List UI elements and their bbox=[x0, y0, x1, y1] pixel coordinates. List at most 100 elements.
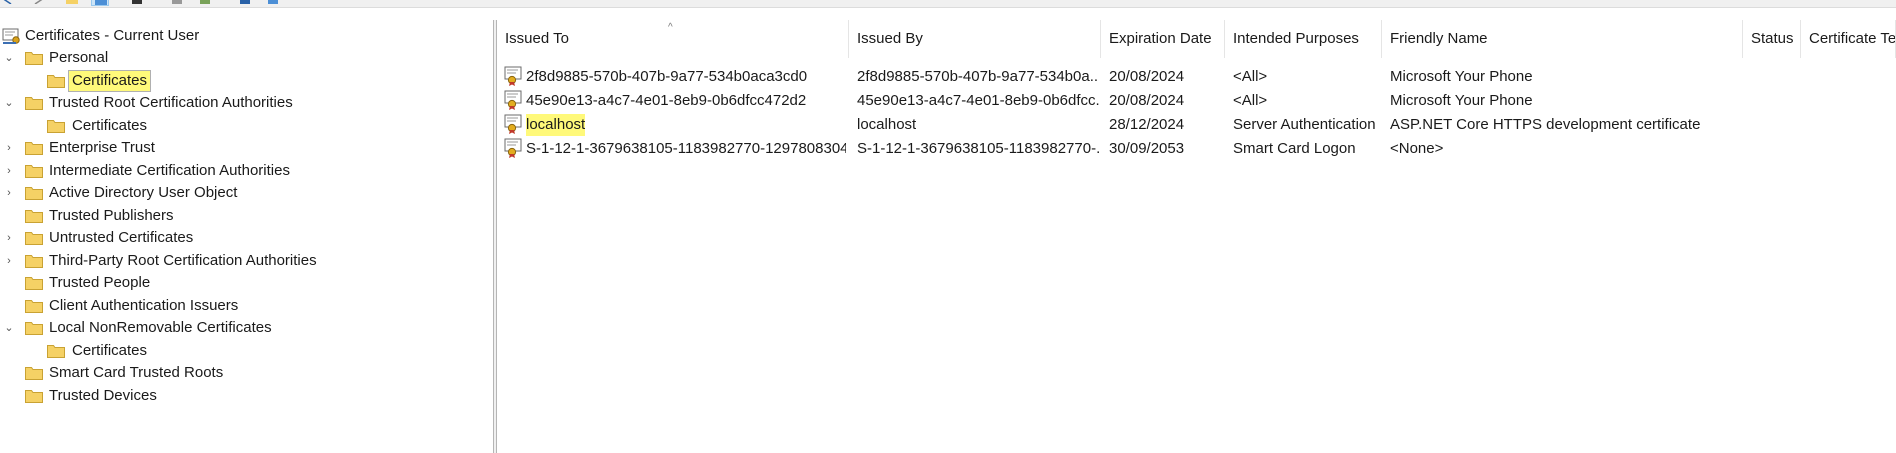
console-tree: Certificates - Current User ⌄ Personal Cer… bbox=[0, 20, 493, 453]
tree-item[interactable]: Trusted People bbox=[0, 272, 490, 294]
tree-item-label: Intermediate Certification Authorities bbox=[49, 161, 290, 179]
tree-item[interactable]: ⌄ Personal bbox=[0, 47, 490, 69]
folder-icon bbox=[25, 163, 43, 178]
tree-item-label: Third-Party Root Certification Authoriti… bbox=[49, 251, 317, 269]
cell-purposes: Smart Card Logon bbox=[1233, 140, 1356, 157]
tree-item-label: Client Authentication Issuers bbox=[49, 296, 239, 314]
column-header[interactable]: Intended Purposes bbox=[1225, 20, 1382, 58]
chevron-right-icon[interactable]: › bbox=[3, 165, 15, 177]
details-view-icon[interactable] bbox=[91, 0, 109, 6]
tree-item[interactable]: Certificates bbox=[0, 69, 490, 92]
folder-icon bbox=[25, 185, 43, 200]
tree-item-label: Untrusted Certificates bbox=[49, 229, 194, 246]
back-icon[interactable] bbox=[0, 0, 18, 6]
tree-item[interactable]: › Enterprise Trust bbox=[0, 137, 490, 159]
chevron-right-icon[interactable]: › bbox=[3, 142, 15, 154]
tree-item[interactable]: › Active Directory User Object bbox=[0, 182, 490, 204]
cell-issued-by: 45e90e13-a4c7-4e01-8eb9-0b6dfcc... bbox=[857, 92, 1099, 109]
folder-icon bbox=[25, 208, 43, 223]
tree-item[interactable]: Smart Card Trusted Roots bbox=[0, 362, 490, 384]
certificate-icon bbox=[504, 90, 524, 110]
chevron-right-icon[interactable]: › bbox=[3, 232, 15, 244]
chevron-right-icon[interactable]: › bbox=[3, 187, 15, 199]
cell-friendly: ASP.NET Core HTTPS development certifica… bbox=[1390, 116, 1701, 133]
folder-icon bbox=[25, 95, 43, 110]
tree-item-label: Certificates bbox=[72, 116, 148, 134]
folder-icon bbox=[25, 50, 43, 65]
tree-item-label: Certificates bbox=[67, 69, 152, 92]
column-header[interactable]: Issued To bbox=[497, 20, 849, 58]
cell-expiration: 30/09/2053 bbox=[1109, 140, 1185, 157]
certificate-icon bbox=[504, 66, 524, 86]
tree-item[interactable]: ⌄ Local NonRemovable Certificates bbox=[0, 317, 490, 339]
tree-root-label: Certificates - Current User bbox=[25, 27, 200, 44]
folder-icon bbox=[47, 118, 65, 133]
folder-icon bbox=[25, 365, 43, 380]
table-row[interactable]: 2f8d9885-570b-407b-9a77-534b0aca3cd0 2f8d… bbox=[497, 65, 1896, 89]
tree-root[interactable]: Certificates - Current User bbox=[0, 25, 490, 47]
tree-item[interactable]: Trusted Publishers bbox=[0, 205, 490, 227]
tree-item-label: Trusted People bbox=[49, 274, 151, 291]
tree-item[interactable]: Client Authentication Issuers bbox=[0, 295, 490, 317]
table-row[interactable]: 45e90e13-a4c7-4e01-8eb9-0b6dfcc472d2 45e9… bbox=[497, 89, 1896, 113]
tree-item[interactable]: Trusted Devices bbox=[0, 385, 490, 407]
chevron-down-icon[interactable]: ⌄ bbox=[3, 322, 15, 334]
tree-item-label: Local NonRemovable Certificates bbox=[49, 319, 272, 336]
cell-issued-by: S-1-12-1-3679638105-1183982770-... bbox=[857, 140, 1099, 157]
certificate-store-icon bbox=[2, 28, 20, 44]
tree-item[interactable]: Certificates bbox=[0, 340, 490, 362]
certificate-list: Issued To Issued By Expiration Date Intende… bbox=[497, 20, 1896, 453]
tree-item[interactable]: › Intermediate Certification Authorities bbox=[0, 160, 490, 182]
cell-friendly: Microsoft Your Phone bbox=[1390, 92, 1533, 109]
cell-purposes: <All> bbox=[1233, 92, 1268, 109]
column-header[interactable]: Expiration Date bbox=[1101, 20, 1225, 58]
tree-item-label: Smart Card Trusted Roots bbox=[49, 364, 224, 381]
certificate-icon bbox=[504, 114, 524, 134]
tree-item-label: Enterprise Trust bbox=[49, 139, 155, 156]
cell-issued-to: 2f8d9885-570b-407b-9a77-534b0aca3cd0 bbox=[526, 68, 808, 85]
cell-expiration: 20/08/2024 bbox=[1109, 92, 1185, 109]
folder-icon bbox=[25, 320, 43, 335]
tree-item-label: Trusted Devices bbox=[49, 386, 157, 404]
certificate-icon bbox=[504, 138, 524, 158]
cell-issued-to: 45e90e13-a4c7-4e01-8eb9-0b6dfcc472d2 bbox=[526, 92, 807, 109]
cell-friendly: <None> bbox=[1390, 140, 1444, 157]
folder-icon bbox=[25, 230, 43, 245]
folder-icon bbox=[25, 275, 43, 290]
sort-indicator: ^ bbox=[668, 22, 673, 33]
tree-item-label: Active Directory User Object bbox=[49, 184, 238, 201]
toolbar bbox=[0, 0, 1896, 8]
chevron-down-icon[interactable]: ⌄ bbox=[3, 97, 15, 109]
folder-icon bbox=[25, 298, 43, 313]
help-icon[interactable] bbox=[236, 0, 254, 6]
cell-issued-by: 2f8d9885-570b-407b-9a77-534b0a... bbox=[857, 68, 1099, 85]
console-icon[interactable] bbox=[264, 0, 282, 6]
column-header[interactable]: Issued By bbox=[849, 20, 1101, 58]
forward-icon[interactable] bbox=[28, 0, 46, 6]
tree-item[interactable]: › Untrusted Certificates bbox=[0, 227, 490, 249]
folder-icon[interactable] bbox=[63, 0, 81, 6]
chevron-down-icon[interactable]: ⌄ bbox=[3, 52, 15, 64]
folder-icon bbox=[25, 253, 43, 268]
cell-expiration: 28/12/2024 bbox=[1109, 116, 1185, 133]
folder-icon bbox=[25, 140, 43, 155]
column-header[interactable]: Certificate Te bbox=[1801, 20, 1896, 58]
tree-item-label: Trusted Publishers bbox=[49, 206, 174, 224]
column-header[interactable]: Status bbox=[1743, 20, 1801, 58]
column-header[interactable]: Friendly Name bbox=[1382, 20, 1743, 58]
chevron-right-icon[interactable]: › bbox=[3, 255, 15, 267]
table-row[interactable]: S-1-12-1-3679638105-1183982770-129780830… bbox=[497, 137, 1896, 161]
export-icon[interactable] bbox=[196, 0, 214, 6]
cell-issued-to: localhost bbox=[526, 114, 586, 136]
tree-item-label: Certificates bbox=[72, 341, 148, 359]
tree-item[interactable]: › Third-Party Root Certification Authorit… bbox=[0, 250, 490, 272]
tree-item[interactable]: Certificates bbox=[0, 115, 490, 137]
cell-purposes: Server Authentication bbox=[1233, 116, 1376, 133]
table-row[interactable]: localhost localhost 28/12/2024 Server Authe… bbox=[497, 113, 1896, 137]
tree-item-label: Trusted Root Certification Authorities bbox=[49, 94, 293, 111]
properties-icon[interactable] bbox=[168, 0, 186, 6]
print-icon[interactable] bbox=[128, 0, 146, 6]
tree-item[interactable]: ⌄ Trusted Root Certification Authorities bbox=[0, 92, 490, 114]
folder-icon bbox=[47, 73, 65, 88]
folder-icon bbox=[47, 343, 65, 358]
